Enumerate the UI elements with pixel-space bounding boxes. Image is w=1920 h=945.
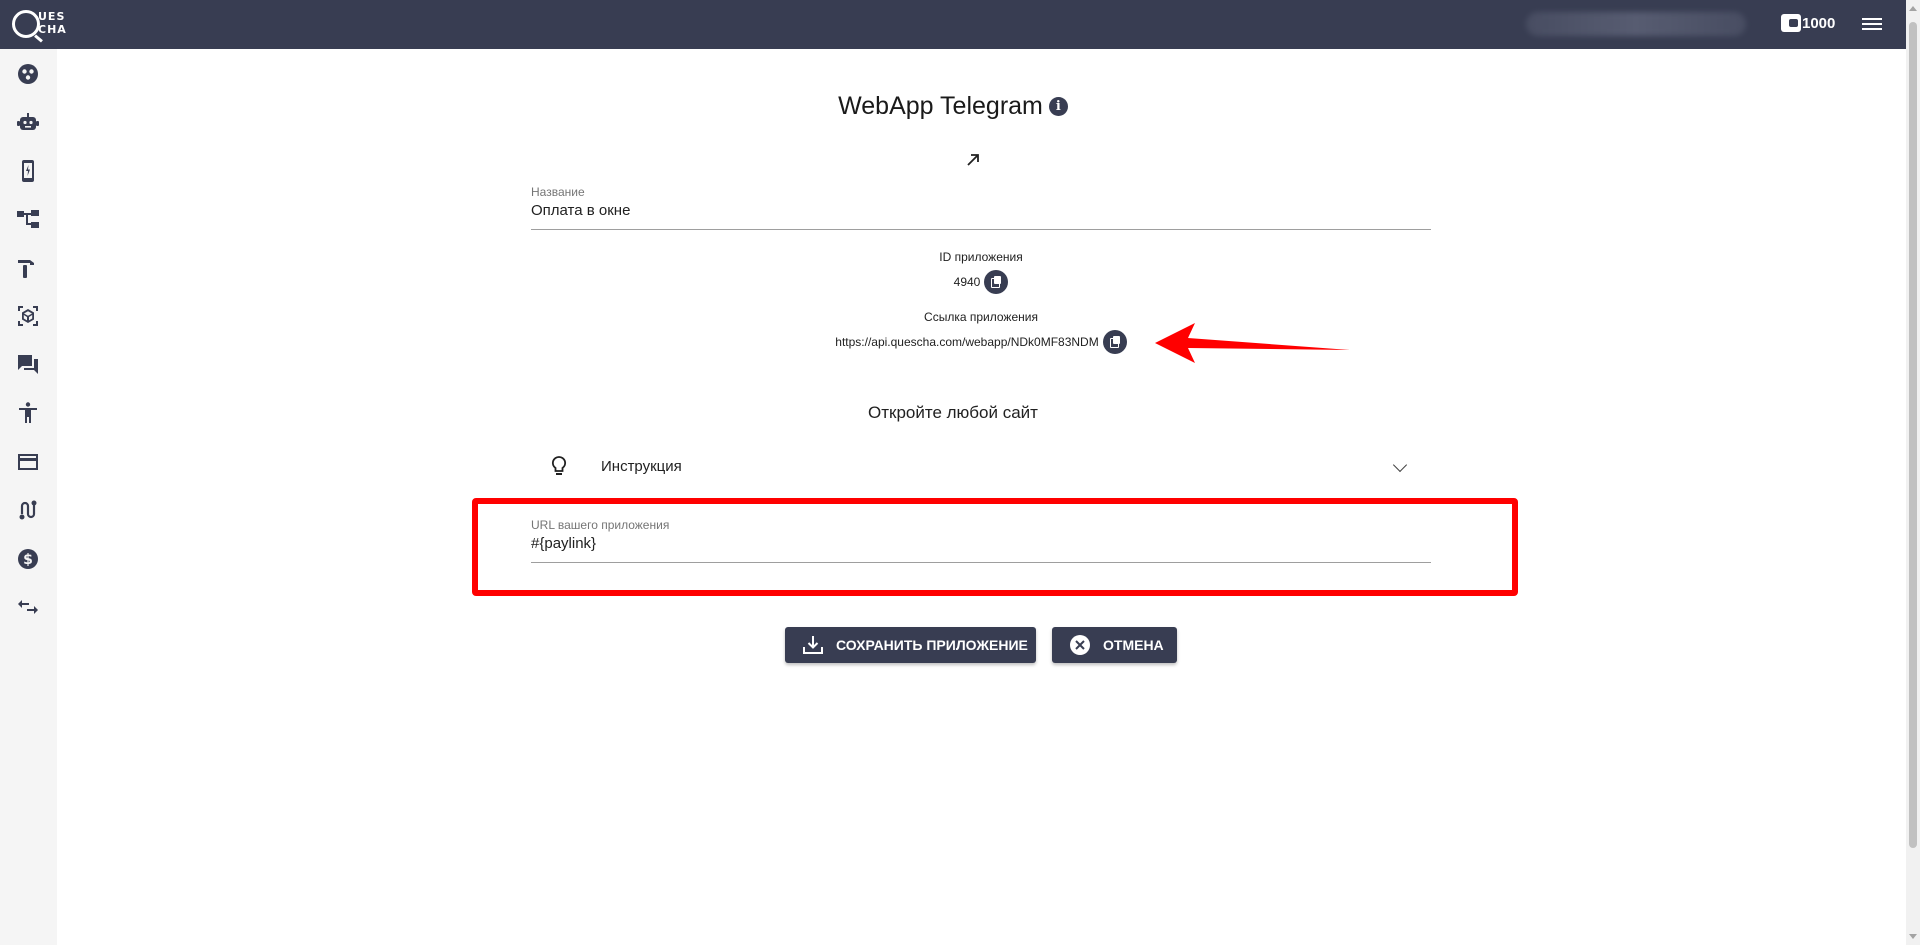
logo-text-bottom: CHA bbox=[38, 23, 67, 36]
swap-icon bbox=[18, 600, 38, 614]
app-link-value: https://api.quescha.com/webapp/NDk0MF83N… bbox=[835, 335, 1099, 349]
lightbulb-icon bbox=[551, 456, 567, 475]
instruction-accordion[interactable]: Инструкция bbox=[531, 446, 1431, 486]
app-id-block: ID приложения 4940 bbox=[531, 250, 1431, 294]
wallet-icon bbox=[1781, 14, 1801, 32]
app-url-value[interactable]: #{paylink} bbox=[531, 535, 1431, 562]
info-icon[interactable]: i bbox=[1048, 96, 1068, 116]
cancel-label: ОТМЕНА bbox=[1103, 637, 1164, 653]
sidebar-item-payments[interactable] bbox=[15, 449, 41, 475]
page-title: WebApp Telegram i bbox=[0, 91, 1906, 121]
balance-display[interactable]: 1000 bbox=[1781, 14, 1835, 32]
download-icon bbox=[803, 636, 823, 654]
quescha-logo[interactable]: UES CHA bbox=[12, 6, 70, 42]
app-url-field[interactable]: URL вашего приложения #{paylink} bbox=[531, 518, 1431, 563]
sub-heading: Откройте любой сайт bbox=[868, 403, 1038, 422]
blurred-user-info bbox=[1526, 12, 1746, 36]
logo-text-top: UES bbox=[38, 10, 66, 23]
scroll-up-arrow-icon[interactable] bbox=[1909, 6, 1917, 11]
sidebar-item-transfers[interactable] bbox=[15, 594, 41, 620]
sidebar-item-apps[interactable] bbox=[15, 158, 41, 184]
copy-app-id-icon[interactable] bbox=[984, 270, 1009, 294]
route-icon bbox=[19, 500, 37, 520]
account-tree-icon bbox=[17, 210, 39, 228]
instruction-label: Инструкция bbox=[601, 457, 682, 475]
sidebar-item-dashboard[interactable] bbox=[15, 61, 41, 87]
dollar-icon: $ bbox=[18, 549, 38, 569]
name-field[interactable]: Название Оплата в окне bbox=[531, 185, 1431, 230]
scroll-thumb[interactable] bbox=[1909, 22, 1917, 848]
sidebar-item-finance[interactable]: $ bbox=[15, 546, 41, 572]
sidebar-item-products[interactable] bbox=[15, 303, 41, 329]
sidebar-item-tools[interactable] bbox=[15, 255, 41, 281]
svg-text:$: $ bbox=[23, 552, 33, 568]
app-id-value: 4940 bbox=[953, 275, 981, 289]
app-url-label: URL вашего приложения bbox=[531, 518, 670, 532]
sidebar-item-chats[interactable] bbox=[15, 352, 41, 378]
top-bar: UES CHA 1000 bbox=[0, 0, 1906, 49]
cancel-button[interactable]: ОТМЕНА bbox=[1052, 627, 1177, 663]
hamburger-menu-icon[interactable] bbox=[1862, 15, 1882, 33]
credit-card-icon bbox=[18, 454, 38, 470]
red-annotation-arrow bbox=[1155, 323, 1350, 363]
chevron-down-icon bbox=[1392, 457, 1408, 473]
cancel-circle-icon bbox=[1070, 635, 1090, 655]
scrollbar[interactable] bbox=[1906, 0, 1920, 945]
name-field-value[interactable]: Оплата в окне bbox=[531, 202, 1431, 229]
balance-value: 1000 bbox=[1802, 14, 1836, 32]
sidebar: $ bbox=[0, 49, 57, 945]
scroll-down-arrow-icon[interactable] bbox=[1909, 934, 1917, 939]
hammer-icon bbox=[18, 260, 34, 278]
page-title-text: WebApp Telegram bbox=[838, 91, 1043, 120]
cube-scan-icon bbox=[18, 306, 38, 326]
mobile-icon bbox=[22, 160, 34, 182]
sidebar-item-flows[interactable] bbox=[15, 206, 41, 232]
app-id-label: ID приложения bbox=[939, 250, 1023, 264]
copy-app-link-icon[interactable] bbox=[1102, 330, 1127, 354]
forum-icon bbox=[18, 355, 38, 374]
open-in-new-arrow-icon[interactable] bbox=[963, 150, 983, 170]
save-app-label: СОХРАНИТЬ ПРИЛОЖЕНИЕ bbox=[836, 637, 1028, 653]
sidebar-item-routes[interactable] bbox=[15, 497, 41, 523]
bubble-chart-icon bbox=[18, 64, 38, 84]
name-field-label: Название bbox=[531, 185, 585, 199]
save-app-button[interactable]: СОХРАНИТЬ ПРИЛОЖЕНИЕ bbox=[785, 627, 1036, 663]
logo-q-shape bbox=[12, 10, 40, 38]
